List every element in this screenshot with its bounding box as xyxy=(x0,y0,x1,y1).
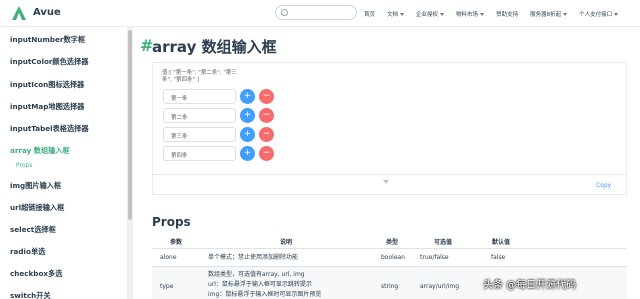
chevron-down-icon xyxy=(614,12,619,16)
array-item-input[interactable]: 第四条 xyxy=(163,146,236,161)
add-item-button[interactable]: + xyxy=(240,127,255,142)
array-item-input[interactable]: 第二条 xyxy=(163,108,236,123)
nav-link-enterprise[interactable]: 企业授权 xyxy=(416,8,445,20)
sidebar-item-radio[interactable]: radio单选 xyxy=(10,247,45,257)
add-item-button[interactable]: + xyxy=(240,108,255,123)
watermark: 头条 @每日开源代码 xyxy=(483,280,577,291)
nav-link-home[interactable]: 首页 xyxy=(364,8,375,20)
props-title: Props xyxy=(152,215,191,229)
search-input[interactable] xyxy=(275,5,357,20)
table-cell-param: alone xyxy=(160,254,177,261)
copy-button[interactable]: Copy xyxy=(596,182,611,189)
table-cell-desc: img：鼠标悬浮于输入框时可显示图片预览 xyxy=(208,291,322,298)
remove-item-button[interactable]: − xyxy=(259,127,274,142)
code-toggle-bar[interactable] xyxy=(152,174,627,195)
table-cell-options: true/false xyxy=(420,254,449,261)
page-title: array 数组输入框 xyxy=(152,38,277,56)
table-cell-type: boolean xyxy=(381,254,405,261)
array-item-input[interactable]: 第一条 xyxy=(163,89,236,104)
chevron-down-icon xyxy=(480,12,485,16)
logo-text[interactable]: Avue xyxy=(33,7,61,18)
sidebar-scroll-thumb[interactable] xyxy=(128,30,132,220)
nav-link-sponsor[interactable]: 赞助支持 xyxy=(496,8,518,20)
top-navbar: Avue 首页 文档 企业授权 物料市场 赞助支持 服务器8折起 个人支付接口 xyxy=(0,0,640,27)
sidebar-item-array[interactable]: array 数组输入框 xyxy=(10,146,70,156)
remove-item-button[interactable]: − xyxy=(259,108,274,123)
table-header-default: 默认值 xyxy=(492,239,511,246)
add-item-button[interactable]: + xyxy=(240,89,255,104)
nav-links: 首页 文档 企业授权 物料市场 赞助支持 服务器8折起 个人支付接口 xyxy=(364,8,630,20)
expand-code-icon[interactable] xyxy=(383,180,389,184)
sidebar-item-inputcolor[interactable]: inputColor颜色选择器 xyxy=(10,57,88,67)
nav-link-server[interactable]: 服务器8折起 xyxy=(530,8,568,20)
table-cell-desc: url：鼠标悬浮于输入框可显示跳转提示 xyxy=(208,281,312,288)
nav-link-payment[interactable]: 个人支付接口 xyxy=(579,8,619,20)
chevron-down-icon xyxy=(563,12,568,16)
table-cell-default: false xyxy=(491,254,506,261)
remove-item-button[interactable]: − xyxy=(259,146,274,161)
sidebar-subitem-props[interactable]: Props xyxy=(16,162,32,169)
table-header-param: 参数 xyxy=(170,239,183,246)
sidebar: inputNumber数字框 inputColor颜色选择器 inputIcon… xyxy=(0,27,133,299)
nav-link-market[interactable]: 物料市场 xyxy=(456,8,485,20)
value-display: 值:[ "第一条", "第二条", "第三条", "第四条" ] xyxy=(162,70,237,83)
sidebar-item-url[interactable]: url超链接输入框 xyxy=(10,203,64,213)
table-divider xyxy=(152,248,627,249)
table-header-desc: 说明 xyxy=(280,239,293,246)
sidebar-item-checkbox[interactable]: checkbox多选 xyxy=(10,269,62,279)
remove-item-button[interactable]: − xyxy=(259,89,274,104)
nav-link-docs[interactable]: 文档 xyxy=(387,8,405,20)
table-header-options: 可选值 xyxy=(434,239,453,246)
table-header-type: 类型 xyxy=(386,239,399,246)
sidebar-item-inputmap[interactable]: inputMap地图选择器 xyxy=(10,102,84,112)
array-item-input[interactable]: 第三条 xyxy=(163,127,236,142)
sidebar-item-switch[interactable]: switch开关 xyxy=(10,291,51,299)
sidebar-item-inputicon[interactable]: inputIcon图标选择器 xyxy=(10,80,84,90)
avue-logo-icon[interactable] xyxy=(11,5,27,21)
table-cell-desc: 数组类型，可选值有array, url, img xyxy=(208,271,305,278)
sidebar-item-select[interactable]: select选择框 xyxy=(10,225,56,235)
search-icon xyxy=(281,9,288,16)
table-cell-type: string xyxy=(381,283,399,290)
add-item-button[interactable]: + xyxy=(240,146,255,161)
chevron-down-icon xyxy=(440,12,445,16)
table-cell-options: array/url/img xyxy=(420,283,460,290)
sidebar-item-inputtabel[interactable]: inputTabel表格选择器 xyxy=(10,124,89,134)
sidebar-item-img[interactable]: img图片输入框 xyxy=(10,181,61,191)
table-cell-param: type xyxy=(160,283,174,290)
chevron-down-icon xyxy=(400,12,405,16)
sidebar-item-inputnumber[interactable]: inputNumber数字框 xyxy=(10,35,85,45)
table-cell-desc: 单个模式；禁止使用添加删除功能 xyxy=(208,254,299,261)
